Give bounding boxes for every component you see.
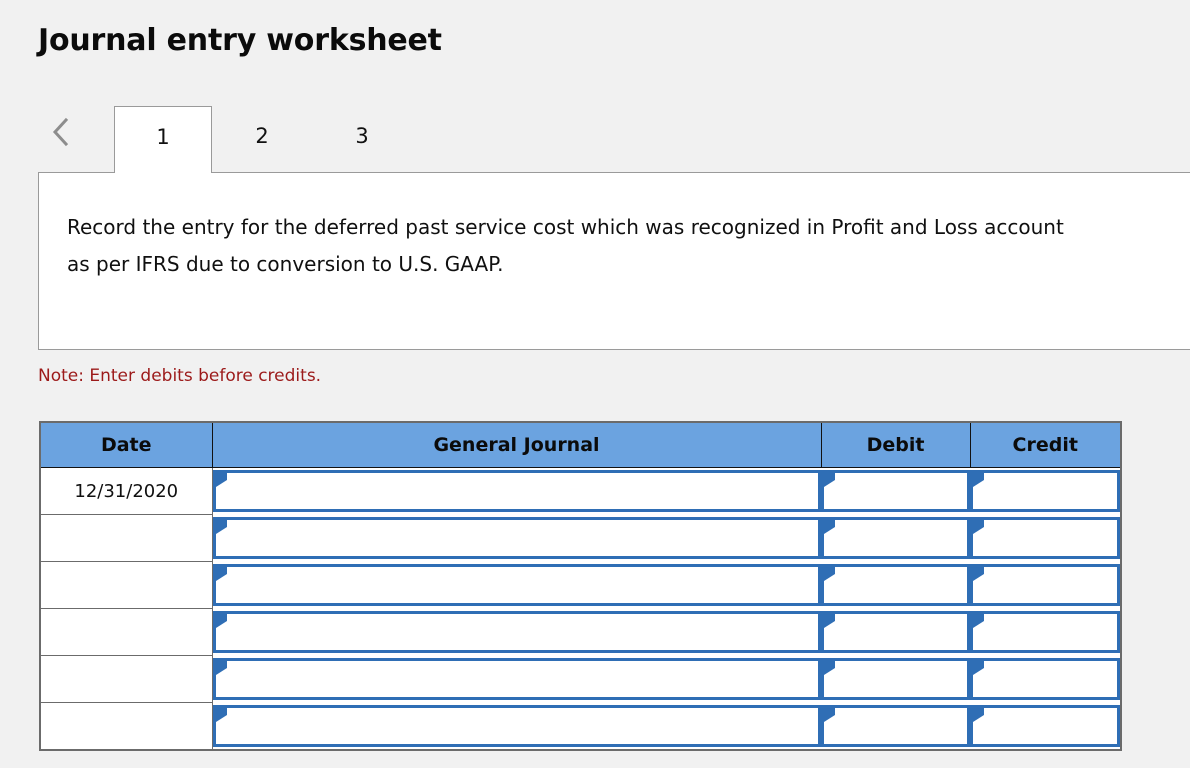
date-cell[interactable] — [39, 608, 213, 656]
credit-cell[interactable] — [970, 702, 1122, 751]
debit-cell[interactable] — [821, 702, 970, 751]
cell-dropdown-marker-icon[interactable] — [973, 473, 984, 488]
cell-dropdown-marker-icon[interactable] — [824, 707, 835, 722]
cell-dropdown-marker-icon[interactable] — [824, 520, 835, 534]
column-header-credit: Credit — [969, 421, 1122, 468]
table-row — [39, 514, 1122, 562]
debit-input[interactable] — [821, 611, 970, 653]
general-journal-cell[interactable] — [212, 655, 821, 703]
table-header-row: Date General Journal Debit Credit — [39, 421, 1122, 468]
general-journal-cell[interactable] — [212, 702, 821, 751]
column-header-date: Date — [39, 421, 213, 468]
tab-1[interactable]: 1 — [114, 106, 212, 173]
credit-input[interactable] — [970, 704, 1120, 747]
general-journal-cell[interactable] — [212, 561, 821, 609]
credit-cell[interactable] — [970, 467, 1122, 515]
debits-before-credits-note: Note: Enter debits before credits. — [38, 366, 322, 386]
page-title: Journal entry worksheet — [38, 23, 442, 58]
table-row — [39, 608, 1122, 656]
worksheet-tabs: 1 2 3 — [38, 100, 1190, 173]
date-cell[interactable] — [39, 514, 213, 562]
debit-input[interactable] — [821, 470, 970, 513]
debit-input[interactable] — [821, 517, 970, 559]
cell-dropdown-marker-icon[interactable] — [973, 567, 984, 581]
credit-input[interactable] — [970, 564, 1120, 606]
table-row — [39, 561, 1122, 609]
tab-1-label: 1 — [156, 125, 170, 149]
table-row: 12/31/2020 — [39, 467, 1122, 515]
general-journal-input[interactable] — [212, 704, 821, 747]
credit-input[interactable] — [970, 611, 1120, 653]
journal-entry-table: Date General Journal Debit Credit 12/31/… — [39, 421, 1122, 751]
tab-2-label: 2 — [255, 124, 269, 148]
debit-cell[interactable] — [821, 608, 970, 656]
tab-2[interactable]: 2 — [212, 106, 312, 173]
debit-cell[interactable] — [821, 655, 970, 703]
general-journal-input[interactable] — [212, 611, 821, 653]
column-header-general-journal: General Journal — [211, 421, 822, 468]
cell-dropdown-marker-icon[interactable] — [973, 520, 984, 534]
general-journal-input[interactable] — [212, 517, 821, 559]
general-journal-input[interactable] — [212, 470, 821, 513]
column-header-debit: Debit — [820, 421, 971, 468]
debit-input[interactable] — [821, 704, 970, 747]
credit-input[interactable] — [970, 517, 1120, 559]
date-cell[interactable] — [39, 655, 213, 703]
tab-3-label: 3 — [355, 124, 369, 148]
date-cell[interactable] — [39, 702, 213, 751]
table-row — [39, 702, 1122, 751]
previous-tab-button[interactable] — [44, 110, 78, 154]
chevron-left-icon — [51, 116, 71, 148]
cell-dropdown-marker-icon[interactable] — [824, 661, 835, 675]
credit-cell[interactable] — [970, 514, 1122, 562]
instruction-panel: Record the entry for the deferred past s… — [38, 172, 1190, 350]
credit-input[interactable] — [970, 470, 1120, 513]
cell-dropdown-marker-icon[interactable] — [824, 614, 835, 628]
cell-dropdown-marker-icon[interactable] — [824, 473, 835, 488]
cell-dropdown-marker-icon[interactable] — [973, 661, 984, 675]
date-cell[interactable] — [39, 561, 213, 609]
table-row — [39, 655, 1122, 703]
general-journal-cell[interactable] — [212, 608, 821, 656]
credit-cell[interactable] — [970, 655, 1122, 703]
cell-dropdown-marker-icon[interactable] — [824, 567, 835, 581]
cell-dropdown-marker-icon[interactable] — [973, 707, 984, 722]
debit-input[interactable] — [821, 564, 970, 606]
debit-input[interactable] — [821, 658, 970, 700]
cell-dropdown-marker-icon[interactable] — [215, 661, 227, 675]
tab-3[interactable]: 3 — [312, 106, 412, 173]
debit-cell[interactable] — [821, 514, 970, 562]
debit-cell[interactable] — [821, 561, 970, 609]
instruction-text: Record the entry for the deferred past s… — [67, 215, 1064, 276]
general-journal-input[interactable] — [212, 658, 821, 700]
cell-dropdown-marker-icon[interactable] — [215, 520, 227, 534]
credit-input[interactable] — [970, 658, 1120, 700]
credit-cell[interactable] — [970, 608, 1122, 656]
general-journal-cell[interactable] — [212, 514, 821, 562]
date-cell[interactable]: 12/31/2020 — [39, 467, 213, 515]
cell-dropdown-marker-icon[interactable] — [215, 707, 227, 722]
credit-cell[interactable] — [970, 561, 1122, 609]
cell-dropdown-marker-icon[interactable] — [215, 614, 227, 628]
cell-dropdown-marker-icon[interactable] — [215, 473, 227, 488]
cell-dropdown-marker-icon[interactable] — [973, 614, 984, 628]
general-journal-cell[interactable] — [212, 467, 821, 515]
debit-cell[interactable] — [821, 467, 970, 515]
general-journal-input[interactable] — [212, 564, 821, 606]
cell-dropdown-marker-icon[interactable] — [215, 567, 227, 581]
